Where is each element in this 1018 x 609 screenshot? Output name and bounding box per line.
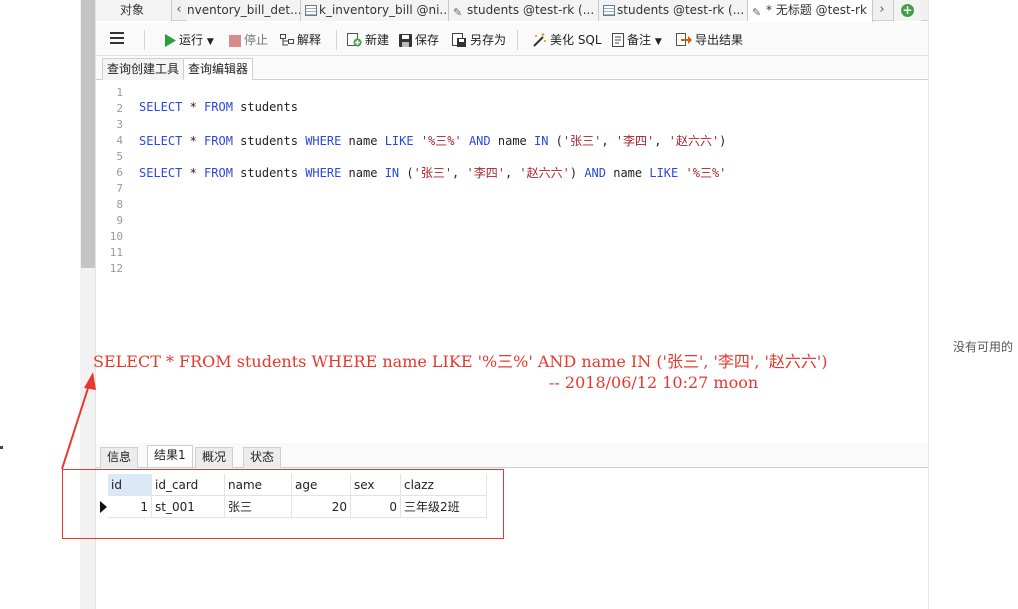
navicat-window: 对象 ‹ nventory_bill_det... k_inventory_bi… (0, 0, 1018, 609)
annotation-arrow-icon (61, 372, 96, 470)
edge-artifact (0, 446, 3, 449)
